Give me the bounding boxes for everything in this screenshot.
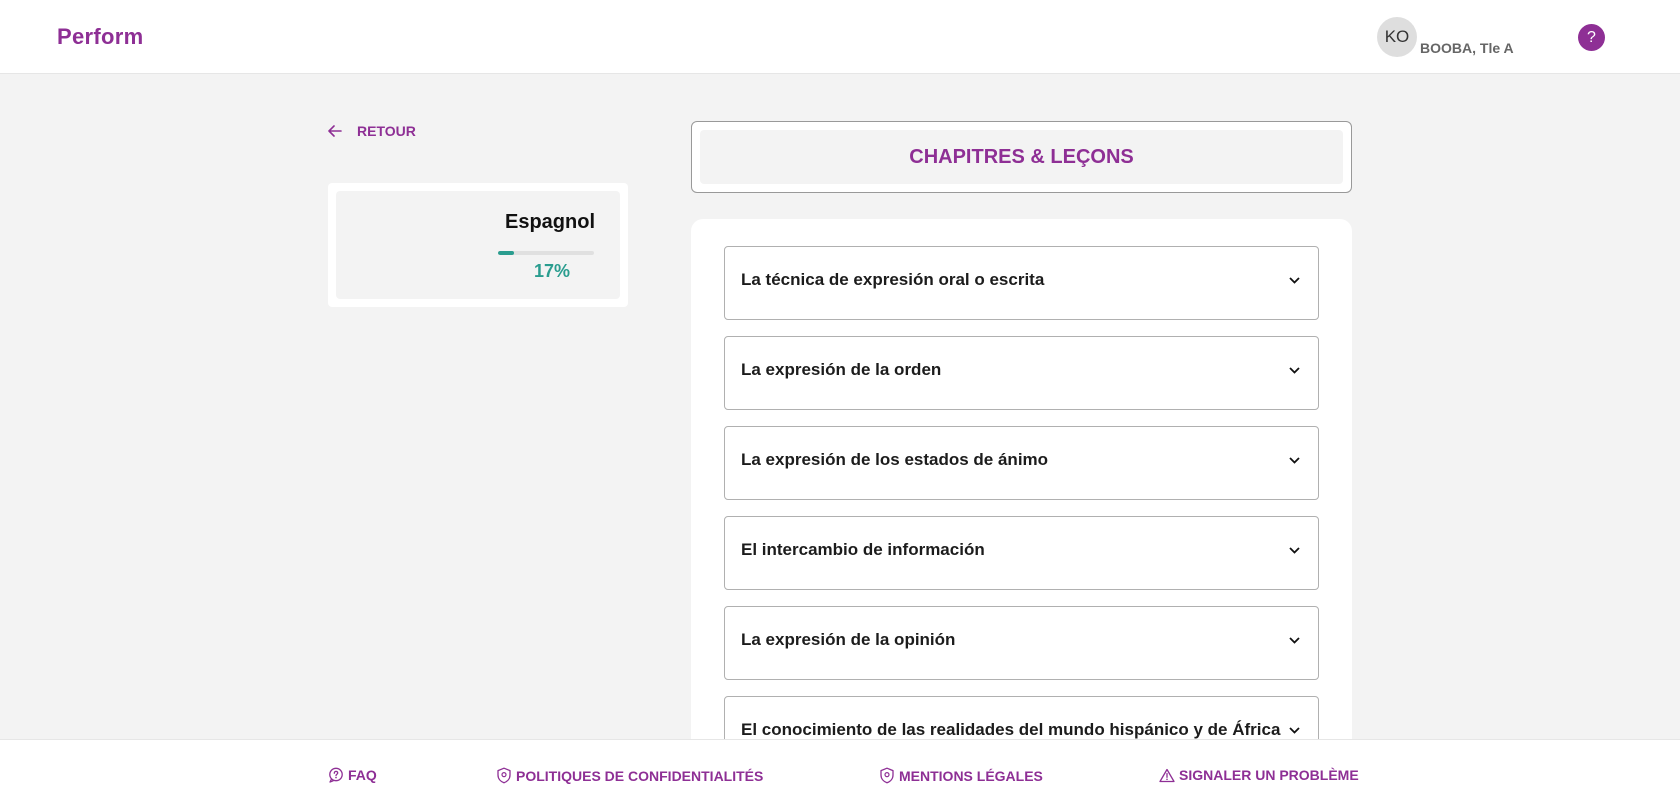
footer-report-link[interactable]: SIGNALER UN PROBLÈME — [1159, 767, 1359, 783]
chapter-item[interactable]: La técnica de expresión oral o escrita — [724, 246, 1319, 320]
top-header: Perform KO BOOBA, Tle A ? — [0, 0, 1680, 74]
chapters-header: CHAPITRES & LEÇONS — [691, 121, 1352, 193]
chapter-item[interactable]: El intercambio de información — [724, 516, 1319, 590]
footer-legal-label: MENTIONS LÉGALES — [899, 767, 1043, 784]
subject-progress-label: 17% — [534, 261, 571, 281]
footer-report-label: SIGNALER UN PROBLÈME — [1179, 767, 1359, 783]
chapter-title: El intercambio de información — [741, 540, 985, 559]
avatar[interactable]: KO — [1377, 17, 1417, 57]
chapter-title: La técnica de expresión oral o escrita — [741, 270, 1045, 289]
question-bubble-icon — [329, 767, 343, 783]
chapter-title: La expresión de los estados de ánimo — [741, 450, 1049, 469]
subject-card: Espagnol 17% — [328, 183, 628, 307]
footer-faq-link[interactable]: FAQ — [328, 767, 377, 783]
warning-icon — [1159, 768, 1175, 782]
chapter-list: La técnica de expresión oral o escrita L… — [691, 219, 1352, 779]
chevron-down-icon — [1289, 637, 1300, 644]
footer-privacy-label: POLITIQUES DE CONFIDENTIALITÉS — [516, 767, 764, 784]
help-button[interactable]: ? — [1578, 24, 1605, 51]
chapter-title: La expresión de la opinión — [741, 630, 956, 649]
shield-icon — [497, 767, 511, 784]
back-button[interactable]: RETOUR — [327, 123, 416, 139]
subject-progress-fill — [498, 251, 515, 255]
chevron-down-icon — [1289, 727, 1300, 734]
subject-progress-bar — [498, 251, 594, 255]
chapters-title: CHAPITRES & LEÇONS — [700, 130, 1343, 184]
back-label: RETOUR — [357, 123, 416, 139]
chapter-title: La expresión de la orden — [741, 360, 942, 379]
arrow-left-icon — [328, 125, 342, 137]
subject-card-inner: Espagnol 17% — [336, 191, 620, 299]
shield-icon — [880, 767, 894, 784]
footer-faq-label: FAQ — [348, 767, 377, 783]
chevron-down-icon — [1289, 367, 1300, 374]
chapter-title: El conocimiento de las realidades del mu… — [741, 720, 1281, 739]
footer-legal-link[interactable]: MENTIONS LÉGALES — [879, 767, 1043, 784]
footer-privacy-link[interactable]: POLITIQUES DE CONFIDENTIALITÉS — [496, 767, 763, 784]
chapter-item[interactable]: La expresión de la orden — [724, 336, 1319, 410]
chapter-item[interactable]: La expresión de los estados de ánimo — [724, 426, 1319, 500]
subject-name: Espagnol — [504, 211, 595, 233]
chevron-down-icon — [1289, 277, 1300, 284]
chapter-item[interactable]: La expresión de la opinión — [724, 606, 1319, 680]
user-name: BOOBA, Tle A — [1420, 40, 1514, 56]
chevron-down-icon — [1289, 457, 1300, 464]
footer: FAQ POLITIQUES DE CONFIDENTIALITÉS MENTI… — [0, 739, 1680, 808]
chevron-down-icon — [1289, 547, 1300, 554]
perform-logo[interactable]: Perform — [57, 24, 143, 50]
